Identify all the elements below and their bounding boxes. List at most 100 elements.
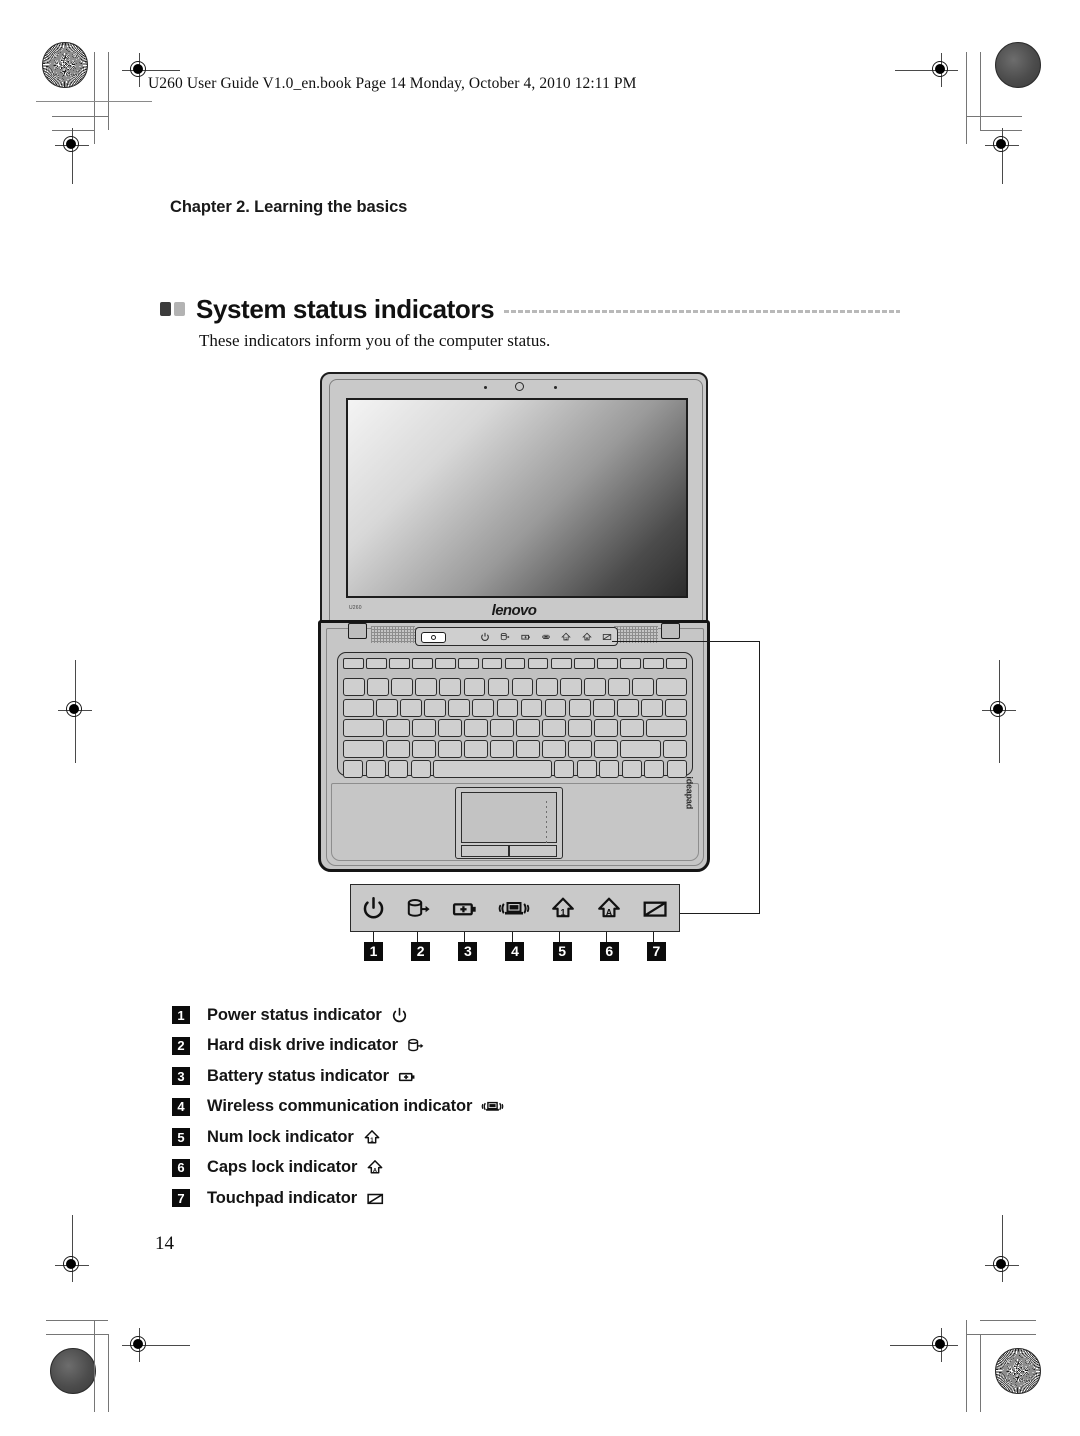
key-enter <box>646 719 687 738</box>
key <box>597 658 618 669</box>
key <box>632 678 655 697</box>
key <box>592 698 615 717</box>
key <box>496 698 519 717</box>
display-screen <box>346 398 688 598</box>
microphone-dot-icon <box>484 386 487 389</box>
document-header-line: U260 User Guide V1.0_en.book Page 14 Mon… <box>148 75 637 92</box>
crop-mark <box>108 52 109 130</box>
legend-label: Touchpad indicator <box>207 1188 358 1207</box>
indicator-strip-icons: 1 A <box>476 628 616 645</box>
keyboard-row-number <box>343 678 688 697</box>
key <box>386 719 410 738</box>
key <box>415 678 438 697</box>
registration-rule <box>999 727 1000 763</box>
list-item: 6 Caps lock indicator A <box>172 1153 772 1184</box>
crop-mark <box>46 1334 108 1335</box>
key <box>620 719 644 738</box>
indicator-callout-panel: 1 A <box>350 884 680 932</box>
key <box>435 658 457 669</box>
touchpad-assembly <box>455 787 563 859</box>
key <box>458 658 480 669</box>
svg-text:A: A <box>373 1168 378 1175</box>
list-item: 2 Hard disk drive indicator <box>172 1031 772 1062</box>
key <box>439 678 462 697</box>
color-patch-bottom-left <box>50 1348 96 1394</box>
registration-rule <box>1002 162 1003 184</box>
callout-number-row: 1 2 3 4 5 6 7 <box>350 941 680 961</box>
key <box>584 678 606 697</box>
list-item: 4 Wireless communication indicator <box>172 1092 772 1123</box>
chapter-title: Chapter 2. Learning the basics <box>170 198 408 216</box>
page-title: System status indicators <box>196 293 495 324</box>
color-rosette-bottom-right <box>995 1348 1041 1394</box>
registration-rule <box>75 727 76 763</box>
registration-mark <box>55 128 89 162</box>
battery-icon <box>398 1072 415 1081</box>
legend-label: Battery status indicator <box>207 1066 389 1085</box>
key-arrow-left <box>621 759 642 778</box>
key-capslock <box>343 719 384 738</box>
key <box>389 658 410 669</box>
indicator-strip: 1 A <box>415 627 618 646</box>
legend-number: 6 <box>172 1158 190 1177</box>
key-tab <box>343 698 374 717</box>
callout-number: 1 <box>364 941 384 961</box>
key-arrow-right <box>666 759 687 778</box>
ideapad-brand-label: ideapad <box>685 776 695 809</box>
key <box>568 719 592 738</box>
crop-mark <box>46 1320 108 1321</box>
microphone-dot-icon <box>554 386 557 389</box>
battery-icon <box>521 634 530 640</box>
svg-text:A: A <box>585 636 588 640</box>
registration-rule <box>156 1345 190 1346</box>
key <box>516 719 540 738</box>
key <box>511 678 534 697</box>
num-lock-icon: 1 <box>552 897 575 917</box>
registration-mark <box>924 1328 958 1362</box>
laptop-lid: U260 lenovo <box>320 372 708 624</box>
key-win <box>388 759 409 778</box>
crop-mark <box>52 116 108 117</box>
hard-disk-icon <box>408 1039 424 1052</box>
key <box>464 719 488 738</box>
legend-number: 4 <box>172 1097 190 1116</box>
registration-rule <box>999 660 1000 696</box>
touchpad-left-button <box>461 845 509 857</box>
legend-icon-slot <box>407 1037 425 1054</box>
color-patch-top-right <box>995 42 1041 88</box>
registration-mark <box>985 1248 1019 1282</box>
key <box>568 739 592 758</box>
legend-label: Wireless communication indicator <box>207 1097 473 1116</box>
svg-text:A: A <box>606 907 613 917</box>
intro-paragraph: These indicators inform you of the compu… <box>199 331 551 350</box>
battery-icon <box>452 902 476 915</box>
key <box>666 658 688 669</box>
power-icon <box>481 632 489 641</box>
registration-mark <box>982 693 1016 727</box>
registration-rule <box>156 70 180 71</box>
callout-number: 2 <box>411 941 431 961</box>
key <box>643 658 664 669</box>
key <box>412 658 433 669</box>
webcam-icon <box>515 382 524 391</box>
section-divider <box>504 310 900 313</box>
legend-label: Power status indicator <box>207 1005 382 1024</box>
registration-rule <box>895 70 925 71</box>
key <box>481 658 503 669</box>
key-shift-left <box>343 739 384 758</box>
key <box>366 658 387 669</box>
key <box>412 719 436 738</box>
crop-mark <box>980 1334 981 1412</box>
bullet-square-dark-icon <box>160 302 171 316</box>
hard-disk-icon <box>501 632 510 640</box>
key <box>438 739 462 758</box>
caps-lock-icon: A <box>598 897 621 917</box>
key <box>487 678 510 697</box>
lenovo-logo: lenovo <box>491 602 537 619</box>
key <box>463 678 486 697</box>
header-rule <box>36 101 152 102</box>
wireless-icon <box>542 634 550 639</box>
touchpad-surface <box>461 792 557 843</box>
legend-icon-slot <box>398 1068 417 1085</box>
crop-mark <box>966 1334 1036 1335</box>
